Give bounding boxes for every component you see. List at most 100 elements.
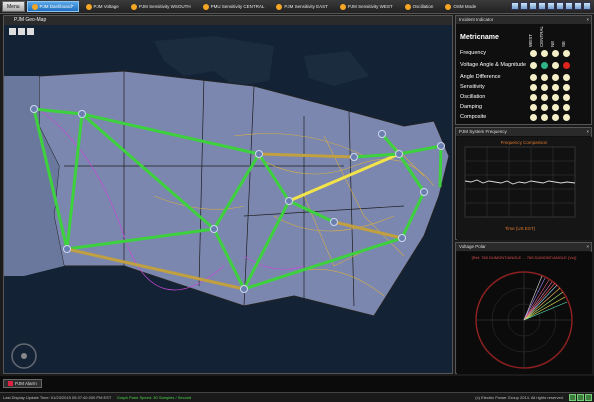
status-cell [528, 103, 539, 111]
help-icon[interactable] [574, 2, 582, 10]
status-indicator-icon[interactable] [563, 61, 570, 69]
status-indicator-icon[interactable] [541, 93, 548, 101]
tab-dot-icon [202, 3, 209, 10]
status-indicator-icon[interactable] [541, 103, 548, 111]
settings-icon[interactable] [565, 2, 573, 10]
layout-icon[interactable] [511, 2, 519, 10]
status-cell [528, 49, 539, 57]
tab-label: Oscillation [412, 4, 434, 9]
metric-name: Frequency [460, 50, 486, 56]
status-icons [569, 394, 592, 401]
status-indicator-icon[interactable] [552, 93, 559, 101]
toolbar-icons [511, 2, 591, 10]
status-indicator-icon[interactable] [563, 83, 570, 91]
metric-name: Composite [460, 114, 487, 120]
status-indicator-icon[interactable] [541, 83, 548, 91]
status-indicator-icon[interactable] [563, 93, 570, 101]
tab-dot-icon [130, 3, 137, 10]
status-cell [528, 61, 539, 69]
connection-icon[interactable] [569, 394, 576, 401]
close-icon[interactable]: × [586, 16, 589, 24]
map-icon[interactable] [538, 2, 546, 10]
tab-sensitivity-wsouth[interactable]: PJM Sensitivity WSOUTH [126, 1, 196, 12]
info-icon[interactable] [585, 394, 592, 401]
panel-title: PJM Geo-Map [4, 16, 452, 25]
status-cell [561, 73, 572, 81]
tab-sensitivity-central[interactable]: PMU Sensitivity CENTRAL [198, 1, 270, 12]
panel-title: PJM System Frequency [459, 129, 507, 134]
status-indicator-icon[interactable] [552, 113, 559, 121]
status-indicator-icon[interactable] [541, 61, 548, 69]
tab-osm-mode[interactable]: OSM Mode [440, 1, 481, 12]
menu-button[interactable]: Menu [2, 1, 25, 12]
chart-icon[interactable] [529, 2, 537, 10]
tab-sensitivity-east[interactable]: PJM Sensitivity EAST [271, 1, 333, 12]
frequency-chart[interactable]: Frequency Comparison Time (US EST) [457, 137, 592, 240]
close-icon[interactable]: × [586, 243, 589, 251]
status-indicator-icon[interactable] [552, 73, 559, 81]
status-indicator-icon[interactable] [541, 73, 548, 81]
tab-sensitivity-west[interactable]: PJM Sensitivity WEST [335, 1, 398, 12]
geo-map[interactable] [4, 16, 453, 374]
metric-name: Damping [460, 104, 483, 110]
tab-pjm-dashboard[interactable]: PJM Dashboard* [26, 1, 79, 12]
polar-chart[interactable]: [Ref: 765 DUMONT/ANGLE ... 765 DUMONT/AN… [457, 252, 592, 374]
column-west: WEST [528, 34, 533, 47]
tab-label: PJM Sensitivity WEST [347, 4, 393, 9]
tab-oscillation[interactable]: Oscillation [400, 1, 439, 12]
status-indicator-icon[interactable] [563, 73, 570, 81]
refresh-icon[interactable] [556, 2, 564, 10]
metric-name: Sensitivity [460, 84, 485, 90]
tab-pjm-voltage[interactable]: PJM Voltage [81, 1, 124, 12]
metric-name: Oscillation [460, 94, 486, 100]
status-indicator-icon[interactable] [563, 103, 570, 111]
grid-icon[interactable] [520, 2, 528, 10]
status-cell [528, 113, 539, 121]
close-icon[interactable]: × [586, 128, 589, 136]
metric-row: Oscillation [458, 92, 591, 102]
status-cell [561, 93, 572, 101]
metric-table: Metricname WEST CENTRAL NE SE Frequency V… [458, 26, 591, 122]
status-indicator-icon[interactable] [530, 73, 537, 81]
tab-dot-icon [31, 3, 38, 10]
metric-header-row: Metricname WEST CENTRAL NE SE [458, 26, 591, 48]
tab-dot-icon [445, 3, 452, 10]
alarm-icon [8, 381, 13, 386]
map-tool-icons[interactable] [9, 28, 34, 35]
status-copyright: (c) Electric Power Group 2014. All right… [475, 395, 564, 400]
status-indicator-icon[interactable] [552, 61, 559, 69]
status-cell [550, 73, 561, 81]
status-indicator-icon[interactable] [552, 49, 559, 57]
status-indicator-icon[interactable] [541, 113, 548, 121]
status-cell [561, 83, 572, 91]
top-tab-bar: Menu PJM Dashboard* PJM Voltage PJM Sens… [0, 0, 594, 14]
status-cell [550, 83, 561, 91]
status-indicator-icon[interactable] [530, 103, 537, 111]
status-indicator-icon[interactable] [563, 49, 570, 57]
close-icon[interactable] [583, 2, 591, 10]
status-cell [550, 49, 561, 57]
status-cell [528, 73, 539, 81]
status-cell [561, 113, 572, 121]
alarm-tab[interactable]: PJM Alarm [3, 379, 42, 388]
sync-icon[interactable] [577, 394, 584, 401]
status-indicator-icon[interactable] [563, 113, 570, 121]
status-indicator-icon[interactable] [541, 49, 548, 57]
column-se: SE [561, 40, 566, 47]
tab-label: PJM Sensitivity WSOUTH [138, 4, 191, 9]
status-pane-speed: Graph Pane Speed: 30 Samples / Second [116, 395, 192, 400]
status-indicator-icon[interactable] [530, 61, 537, 69]
status-cell [550, 93, 561, 101]
chart-title: [Ref: 765 DUMONT/ANGLE ... 765 DUMONT/AN… [472, 255, 577, 260]
status-indicator-icon[interactable] [530, 49, 537, 57]
status-cell [539, 83, 550, 91]
status-indicator-icon[interactable] [552, 103, 559, 111]
tab-label: PJM Sensitivity EAST [284, 4, 328, 9]
status-cell [539, 49, 550, 57]
alarm-icon[interactable] [547, 2, 555, 10]
status-indicator-icon[interactable] [530, 83, 537, 91]
status-cell [528, 93, 539, 101]
status-indicator-icon[interactable] [530, 93, 537, 101]
status-indicator-icon[interactable] [530, 113, 537, 121]
status-indicator-icon[interactable] [552, 83, 559, 91]
